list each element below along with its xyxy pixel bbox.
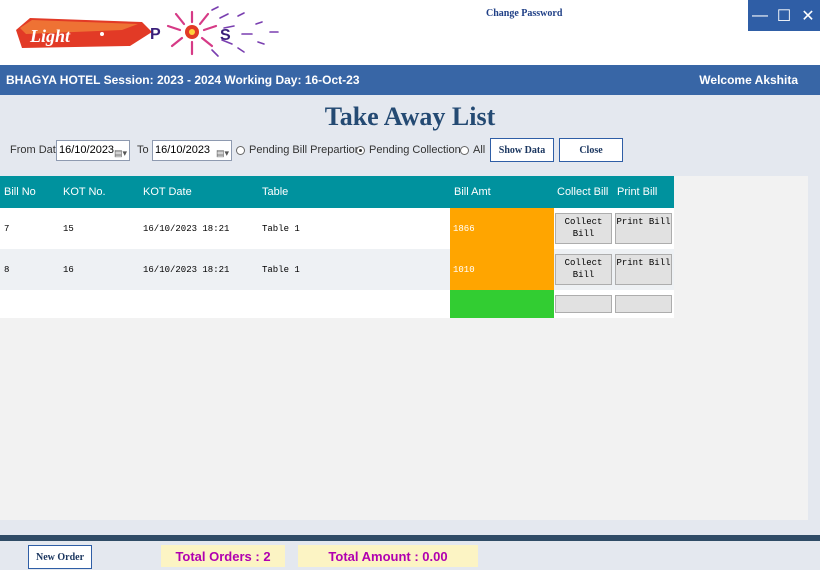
to-date-value: 16/10/2023 bbox=[155, 144, 211, 156]
empty-print-button[interactable] bbox=[615, 295, 672, 313]
app-window: Light P S Change Password — ☐ ✕ BHAGYA H… bbox=[0, 0, 820, 570]
column-header: KOT Date bbox=[143, 186, 192, 198]
show-data-button[interactable]: Show Data bbox=[490, 138, 554, 162]
svg-text:P: P bbox=[150, 26, 161, 43]
column-header: Print Bill bbox=[617, 186, 658, 198]
empty-collect-button[interactable] bbox=[555, 295, 612, 313]
radio-unchecked-icon bbox=[236, 145, 245, 155]
print-bill-button[interactable]: Print Bill bbox=[615, 213, 672, 244]
kot-no-cell: 16 bbox=[63, 265, 74, 275]
svg-text:Light: Light bbox=[29, 26, 71, 46]
footer-bar: New Order Total Orders : 2 Total Amount … bbox=[0, 541, 820, 570]
change-password-link[interactable]: Change Password bbox=[486, 8, 562, 19]
print-bill-button[interactable]: Print Bill bbox=[615, 254, 672, 285]
radio-pending-bill-preparation[interactable]: Pending Bill Prepartion bbox=[236, 144, 361, 156]
new-entry-row bbox=[0, 290, 674, 318]
column-header: Collect Bill bbox=[557, 186, 609, 198]
window-controls: — ☐ ✕ bbox=[748, 0, 820, 31]
session-value: 2023 - 2024 bbox=[156, 73, 222, 87]
column-header: Bill Amt bbox=[454, 186, 491, 198]
working-day-value: 16-Oct-23 bbox=[304, 73, 360, 87]
session-label: Session: bbox=[103, 73, 154, 87]
bill-amount-cell: 1866 bbox=[450, 208, 554, 249]
close-button[interactable]: Close bbox=[559, 138, 623, 162]
hotel-name: BHAGYA HOTEL bbox=[6, 73, 101, 87]
kot-date-cell: 16/10/2023 18:21 bbox=[143, 265, 230, 275]
column-header: Bill No bbox=[4, 186, 36, 198]
from-date-value: 16/10/2023 bbox=[59, 144, 115, 156]
radio-label: Pending Bill Prepartion bbox=[249, 144, 361, 156]
total-amount: Total Amount : 0.00 bbox=[298, 545, 478, 567]
collect-bill-button[interactable]: Collect Bill bbox=[555, 213, 612, 244]
column-header: Table bbox=[262, 186, 289, 198]
kot-date-cell: 16/10/2023 18:21 bbox=[143, 224, 230, 234]
bill-no-cell: 7 bbox=[4, 224, 10, 234]
radio-checked-icon bbox=[356, 145, 365, 155]
new-order-button[interactable]: New Order bbox=[28, 545, 92, 569]
maximize-icon[interactable]: ☐ bbox=[772, 0, 796, 31]
calendar-dropdown-icon[interactable]: ▤▾ bbox=[114, 144, 127, 163]
to-date-label: To bbox=[137, 144, 149, 156]
radio-label: Pending Collection bbox=[369, 144, 461, 156]
svg-text:S: S bbox=[220, 27, 231, 44]
to-date-picker[interactable]: 16/10/2023 ▤▾ bbox=[152, 140, 232, 161]
take-away-grid: Bill No KOT No. KOT Date Table Bill Amt … bbox=[0, 176, 808, 520]
radio-unchecked-icon bbox=[460, 145, 469, 155]
page-title: Take Away List bbox=[324, 102, 496, 131]
welcome-text: Welcome Akshita bbox=[699, 73, 798, 87]
radio-label: All bbox=[473, 144, 486, 156]
collect-bill-button[interactable]: Collect Bill bbox=[555, 254, 612, 285]
session-info: BHAGYA HOTEL Session: 2023 - 2024 Workin… bbox=[6, 73, 360, 87]
minimize-icon[interactable]: — bbox=[748, 0, 772, 31]
working-day-label: Working Day: bbox=[224, 73, 302, 87]
from-date-picker[interactable]: 16/10/2023 ▤▾ bbox=[56, 140, 130, 161]
table-cell: Table 1 bbox=[262, 224, 300, 234]
bill-no-cell: 8 bbox=[4, 265, 10, 275]
table-cell: Table 1 bbox=[262, 265, 300, 275]
kot-no-cell: 15 bbox=[63, 224, 74, 234]
total-orders: Total Orders : 2 bbox=[161, 545, 285, 567]
bill-amount-cell: 1010 bbox=[450, 249, 554, 290]
radio-all[interactable]: All bbox=[460, 144, 485, 156]
radio-pending-collection[interactable]: Pending Collection bbox=[356, 144, 461, 156]
column-header: KOT No. bbox=[63, 186, 106, 198]
close-icon[interactable]: ✕ bbox=[796, 0, 820, 31]
calendar-dropdown-icon[interactable]: ▤▾ bbox=[216, 144, 229, 163]
table-row[interactable]: 8 16 16/10/2023 18:21 Table 1 1010 Colle… bbox=[0, 249, 674, 290]
grid-header: Bill No KOT No. KOT Date Table Bill Amt … bbox=[0, 176, 674, 208]
session-bar: BHAGYA HOTEL Session: 2023 - 2024 Workin… bbox=[0, 65, 820, 95]
table-row[interactable]: 7 15 16/10/2023 18:21 Table 1 1866 Colle… bbox=[0, 208, 674, 249]
total-amount-cell bbox=[450, 290, 554, 318]
light-pos-logo: Light P S bbox=[16, 6, 279, 57]
from-date-label: From Date bbox=[10, 144, 62, 156]
